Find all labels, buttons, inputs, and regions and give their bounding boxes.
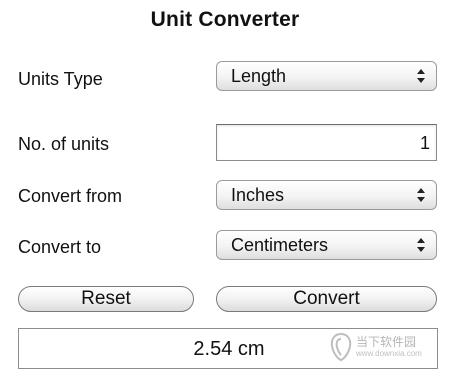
convert-button[interactable]: Convert: [216, 286, 437, 312]
convert-from-label: Convert from: [18, 186, 123, 206]
units-type-select[interactable]: Length: [216, 61, 437, 91]
select-arrows-icon: [406, 62, 436, 90]
convert-to-label: Convert to: [18, 237, 102, 257]
watermark-cn-text: 当下软件园: [356, 335, 417, 349]
downxia-logo-icon: [330, 332, 352, 366]
convert-to-select[interactable]: Centimeters: [216, 230, 437, 260]
convert-from-value: Inches: [231, 185, 285, 205]
num-units-value: 1: [419, 133, 430, 153]
num-units-label: No. of units: [18, 134, 110, 154]
units-type-value: Length: [231, 66, 287, 86]
select-arrows-icon: [406, 181, 436, 209]
convert-from-select[interactable]: Inches: [216, 180, 437, 210]
convert-to-value: Centimeters: [231, 235, 329, 255]
num-units-input[interactable]: 1: [216, 124, 437, 161]
reset-button[interactable]: Reset: [18, 286, 194, 312]
page-title: Unit Converter: [150, 8, 300, 31]
select-arrows-icon: [406, 231, 436, 259]
watermark-url-text: www.downxia.com: [356, 349, 422, 358]
watermark: 当下软件园 www.downxia.com: [330, 331, 438, 365]
units-type-label: Units Type: [18, 69, 103, 89]
